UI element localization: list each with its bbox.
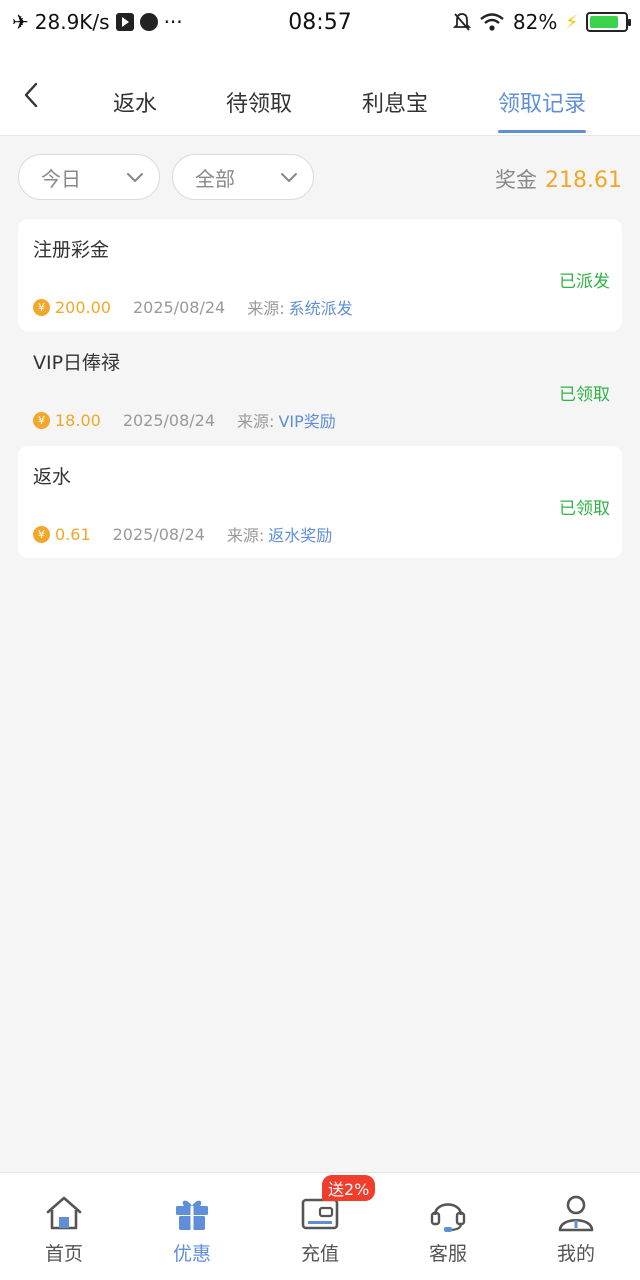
bonus-total: 奖金 218.61 — [495, 164, 622, 194]
coin-icon: ¥ — [33, 525, 50, 543]
more-dots-icon: ··· — [163, 10, 183, 34]
header: 返水 待领取 利息宝 领取记录 — [0, 44, 640, 136]
bonus-value: 218.61 — [545, 168, 622, 193]
record-source: VIP奖励 — [278, 412, 336, 431]
browser-app-icon — [139, 13, 158, 31]
record-status: 已领取 — [559, 385, 610, 405]
battery-percent: 82% — [512, 10, 558, 34]
record-title: 返水 — [33, 466, 72, 488]
record-source-label: 来源: — [247, 299, 285, 318]
coin-icon: ¥ — [33, 298, 50, 316]
wifi-icon — [480, 13, 504, 31]
type-filter-dropdown[interactable]: 全部 — [172, 154, 314, 200]
record-date: 2025/08/24 — [132, 297, 226, 317]
record-status: 已派发 — [559, 272, 610, 292]
coin-icon: ¥ — [33, 411, 50, 429]
nav-label: 我的 — [556, 1243, 595, 1265]
date-filter-value: 今日 — [41, 166, 81, 191]
record-card: 返水 已领取 ¥ 0.61 2025/08/24 来源: 返水奖励 — [18, 446, 622, 558]
nav-recharge[interactable]: 送2% 充值 — [256, 1173, 384, 1280]
record-meta: ¥ 18.00 2025/08/24 来源: VIP奖励 — [33, 408, 336, 432]
record-status: 已领取 — [559, 499, 610, 519]
date-filter-dropdown[interactable]: 今日 — [18, 154, 160, 200]
headset-icon — [430, 1203, 466, 1232]
bonus-label: 奖金 — [495, 168, 538, 192]
record-title: VIP日俸禄 — [33, 352, 121, 374]
charging-icon: ⚡ — [565, 11, 578, 33]
battery-icon — [586, 12, 631, 32]
home-icon — [46, 1196, 82, 1230]
back-button[interactable] — [18, 82, 44, 108]
record-source: 返水奖励 — [268, 526, 333, 545]
tab-interest[interactable]: 利息宝 — [362, 86, 428, 134]
tab-rebate[interactable]: 返水 — [113, 86, 157, 134]
record-amount: 18.00 — [55, 410, 101, 430]
bottom-nav: 首页 优惠 送2% 充值 客服 我的 — [0, 1172, 640, 1280]
record-source-label: 来源: — [226, 526, 265, 545]
airplane-icon: ✈ — [12, 10, 29, 34]
filter-row: 今日 全部 奖金 218.61 — [0, 154, 640, 202]
video-app-icon — [115, 13, 134, 31]
net-speed: 28.9K/s — [34, 10, 110, 34]
record-date: 2025/08/24 — [122, 410, 216, 430]
record-card: 注册彩金 已派发 ¥ 200.00 2025/08/24 来源: 系统派发 — [18, 219, 622, 331]
nav-label: 客服 — [428, 1243, 467, 1265]
record-meta: ¥ 0.61 2025/08/24 来源: 返水奖励 — [33, 522, 332, 546]
user-icon — [558, 1195, 594, 1232]
record-source: 系统派发 — [288, 299, 353, 318]
record-amount: 200.00 — [55, 297, 111, 317]
nav-promotions[interactable]: 优惠 — [128, 1173, 256, 1280]
status-bar: ✈ 28.9K/s ··· 08:57 82% ⚡ — [0, 0, 640, 44]
type-filter-value: 全部 — [195, 166, 235, 191]
chevron-down-icon — [281, 173, 297, 182]
record-date: 2025/08/24 — [112, 524, 205, 544]
battery-level — [590, 16, 618, 28]
nav-support[interactable]: 客服 — [384, 1173, 512, 1280]
nav-home[interactable]: 首页 — [0, 1173, 128, 1280]
recharge-promo-badge: 送2% — [322, 1175, 376, 1201]
nav-label: 充值 — [300, 1243, 339, 1265]
chevron-down-icon — [127, 173, 143, 182]
nav-profile[interactable]: 我的 — [512, 1173, 640, 1280]
tab-records[interactable]: 领取记录 — [498, 86, 587, 134]
record-source-label: 来源: — [237, 412, 275, 431]
record-meta: ¥ 200.00 2025/08/24 来源: 系统派发 — [33, 295, 353, 319]
gift-icon — [176, 1200, 208, 1230]
mute-bell-icon — [452, 13, 471, 31]
status-left: ✈ 28.9K/s ··· — [12, 10, 272, 34]
record-amount: 0.61 — [55, 524, 91, 544]
chevron-left-icon — [24, 82, 38, 108]
nav-label: 首页 — [44, 1243, 83, 1265]
record-card: VIP日俸禄 已领取 ¥ 18.00 2025/08/24 来源: VIP奖励 — [18, 332, 622, 444]
nav-label: 优惠 — [172, 1243, 211, 1265]
tab-pending[interactable]: 待领取 — [226, 86, 292, 134]
record-title: 注册彩金 — [33, 239, 110, 261]
status-right: 82% ⚡ — [452, 10, 631, 34]
